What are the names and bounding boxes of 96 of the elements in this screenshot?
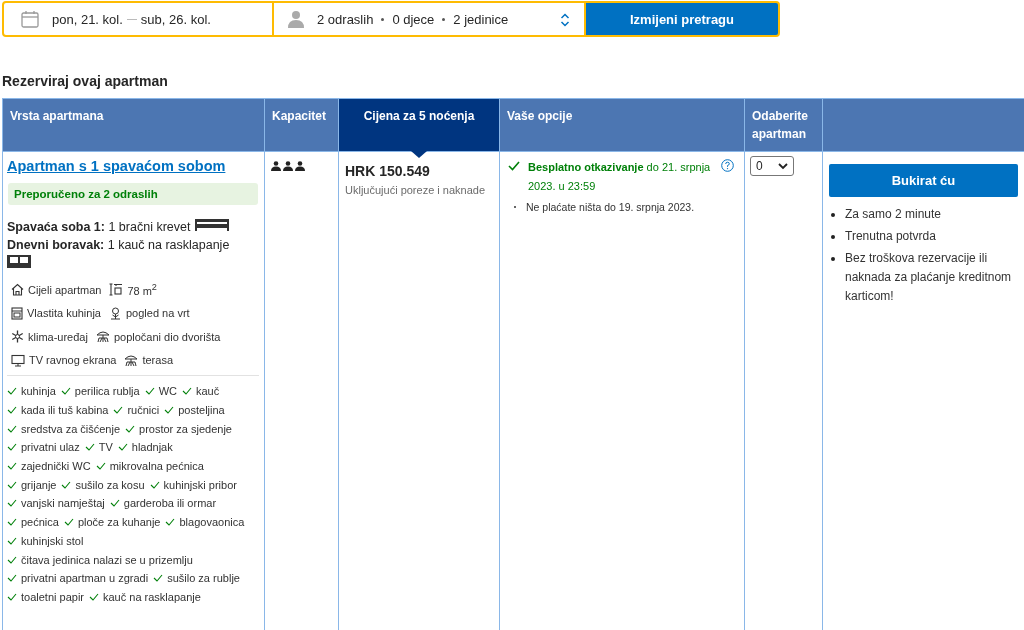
facility-label: klima-uređaj (28, 330, 88, 343)
umbrella-table-icon (95, 330, 110, 344)
amenity-label: grijanje (21, 478, 57, 491)
room-size-icon (109, 283, 124, 297)
check-icon (182, 387, 192, 396)
column-header: Vrsta apartmana (2, 98, 265, 152)
amenity-label: garderoba ili ormar (123, 497, 217, 510)
check-out-date: sub, 26. kol. (140, 11, 211, 27)
check-icon (144, 387, 155, 396)
benefit-item: Za samo 2 minute (845, 206, 942, 223)
benefit-item: Bez troškova rezervacije ili naknada za plaćanje kreditnom karticom! (845, 250, 1013, 305)
column-header: Odaberite apartman (744, 98, 823, 152)
guests-field[interactable]: 2 odraslih 0 djece 2 jedinice (274, 1, 586, 37)
help-icon[interactable] (721, 159, 734, 172)
check-icon (63, 518, 74, 527)
guest-count: 0 djece (392, 11, 435, 27)
amenity-label: kuhinjski pribor (163, 478, 237, 491)
amenity-label: sušilo za rublje (167, 572, 240, 585)
guest-count: 2 jedinice (453, 11, 509, 27)
chevron-down-icon (778, 162, 788, 170)
amenity-label: kauč na rasklapanje (103, 590, 201, 603)
check-icon (84, 443, 95, 452)
up-down-arrows-icon (560, 13, 570, 27)
check-icon (164, 406, 175, 415)
recommendation-badge: Preporučeno za 2 odraslih (8, 183, 258, 205)
facility-label: pogled na vrt (126, 307, 190, 320)
amenity-label: TV (98, 441, 113, 454)
amenity-label: sušilo za kosu (75, 478, 145, 491)
calendar-icon (20, 9, 40, 29)
amenity-label: kauč (196, 385, 220, 398)
amenity-label: prostor za sjedenje (139, 422, 232, 435)
amenity-label: kuhinja (21, 385, 56, 398)
person-icon (288, 10, 304, 28)
check-icon (95, 462, 106, 471)
column-header: Vaše opcije (499, 98, 745, 152)
umbrella-table-icon (124, 353, 139, 367)
amenity-label: blagovaonica (179, 516, 245, 529)
amenity-label: sredstva za čišćenje (21, 422, 121, 435)
amenity-label: WC (158, 385, 177, 398)
pointer-icon (411, 151, 427, 158)
amenity-label: kuhinjski stol (21, 534, 84, 547)
check-icon (508, 161, 520, 171)
check-icon (61, 480, 72, 489)
check-icon (149, 480, 160, 489)
price-note: Uključujući poreze i naknade (345, 184, 487, 196)
check-icon (60, 387, 71, 396)
benefit-item: Trenutna potvrda (845, 228, 936, 245)
check-in-date: pon, 21. kol. (52, 11, 123, 27)
amenity-label: mikrovalna pećnica (109, 460, 204, 473)
cancellation-policy: Besplatno otkazivanje do 21. srpnja 2023. u 23:59 (528, 160, 712, 194)
sofa-bed-icon (7, 255, 31, 268)
amenity-label: ploče za kuhanje (77, 516, 161, 529)
facility-label: 78 m$^{2}$ (127, 282, 157, 298)
amenity-label: ručnici (127, 404, 160, 417)
column-header: Kapacitet (264, 98, 339, 152)
amenity-label: čitava jedinica nalazi se u prizemlju (21, 553, 193, 566)
amenity-label: privatni ulaz (21, 441, 80, 454)
payment-note: Ne plaćate ništa do 19. srpnja 2023. (526, 201, 695, 213)
amenity-label: posteljina (178, 404, 225, 417)
room-name-link[interactable]: Apartman s 1 spavaćom sobom (7, 158, 226, 174)
check-icon (113, 406, 124, 415)
section-heading: Rezerviraj ovaj apartman (2, 72, 169, 90)
facility-label: TV ravnog ekrana (29, 354, 117, 367)
price: HRK 150.549 (345, 163, 431, 179)
check-icon (109, 499, 120, 508)
guest-count: 2 odraslih (317, 11, 374, 27)
check-icon (153, 574, 164, 583)
amenity-label: pećnica (21, 516, 59, 529)
facility-label: Cijeli apartman (28, 283, 102, 296)
tv-icon (11, 353, 25, 367)
amenity-label: toaletni papir (21, 590, 84, 603)
book-button[interactable]: Bukirat ću (829, 164, 1018, 197)
kitchen-icon (11, 306, 23, 320)
check-icon (117, 443, 128, 452)
amenity-label: hladnjak (131, 441, 173, 454)
quantity-select[interactable]: 0 (750, 156, 794, 176)
double-bed-icon (193, 219, 230, 231)
amenity-label: vanjski namještaj (21, 497, 105, 510)
facility-label: Vlastita kuhinja (27, 307, 101, 320)
amenity-label: kada ili tuš kabina (21, 404, 109, 417)
amenity-label: privatni apartman u zgradi (21, 572, 149, 585)
snowflake-icon (11, 330, 24, 344)
amenity-label: perilica rublja (74, 385, 140, 398)
bed-info: Dnevni boravak: 1 kauč na rasklapanje (7, 236, 259, 268)
check-icon (165, 518, 176, 527)
modify-search-button[interactable]: Izmijeni pretragu (586, 1, 780, 37)
amenity-label: zajednički WC (21, 460, 91, 473)
facility-label: popločani dio dvorišta (113, 330, 221, 343)
check-icon (125, 424, 136, 433)
flower-icon (109, 306, 122, 320)
check-icon (89, 592, 99, 601)
date-field[interactable]: pon, 21. kol. sub, 26. kol. (2, 1, 274, 37)
capacity-people-icon (271, 161, 305, 171)
bed-info: Spavaća soba 1: 1 bračni krevet (7, 218, 259, 236)
facility-label: terasa (142, 354, 173, 367)
house-icon (11, 283, 24, 297)
